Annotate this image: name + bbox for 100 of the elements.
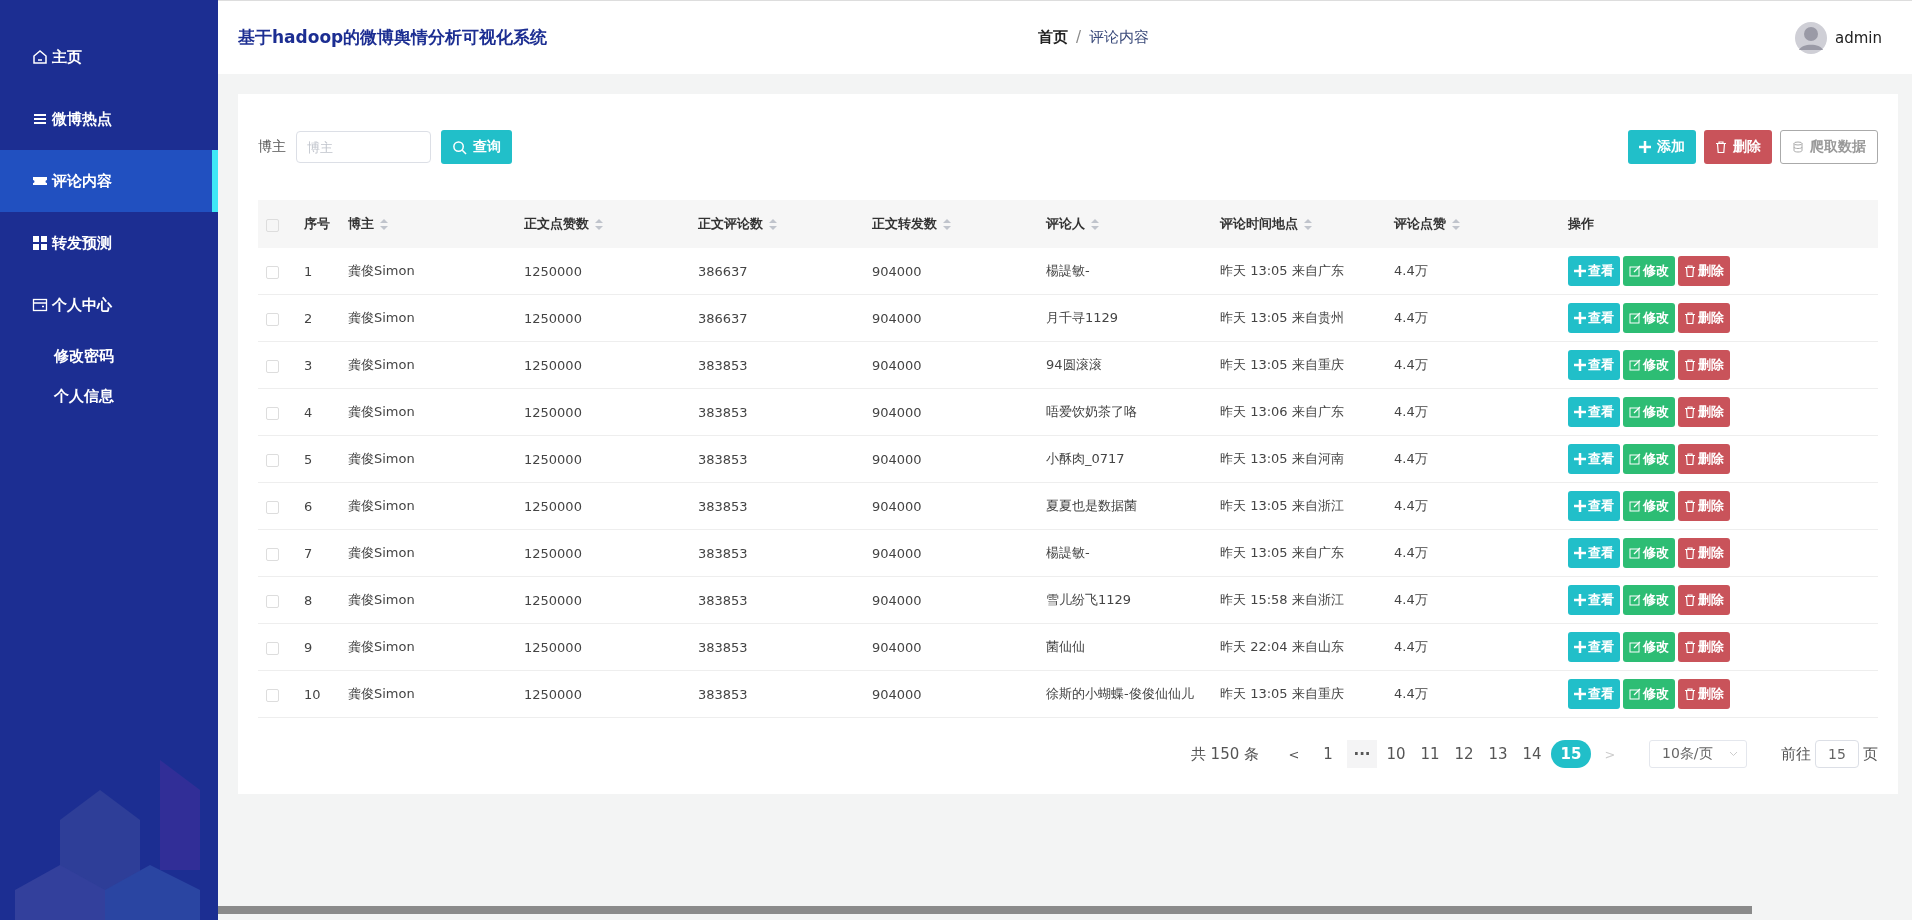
delete-button[interactable]: 删除: [1678, 350, 1730, 380]
view-button[interactable]: 查看: [1568, 303, 1620, 333]
plus-icon: [1574, 500, 1586, 512]
edit-button[interactable]: 修改: [1623, 585, 1675, 615]
table-cell: 904000: [872, 451, 922, 467]
table-cell: 楊諟敏-: [1046, 545, 1090, 560]
delete-button[interactable]: 删除: [1678, 303, 1730, 333]
view-button[interactable]: 查看: [1568, 679, 1620, 709]
column-header: 正文转发数: [872, 216, 937, 231]
checkbox[interactable]: [266, 641, 279, 655]
sort-icon[interactable]: [595, 219, 603, 230]
table-cell: 1250000: [524, 686, 582, 702]
page-button[interactable]: 12: [1449, 740, 1479, 768]
delete-button[interactable]: 删除: [1678, 679, 1730, 709]
page-size-select[interactable]: 10条/页: [1649, 740, 1747, 768]
add-button[interactable]: 添加: [1628, 130, 1696, 164]
app-title: 基于hadoop的微博舆情分析可视化系统: [238, 26, 549, 49]
checkbox[interactable]: [266, 218, 279, 232]
table-cell: 龚俊Simon: [348, 686, 415, 701]
table-cell: 7: [304, 545, 313, 561]
checkbox[interactable]: [266, 594, 279, 608]
checkbox[interactable]: [266, 312, 279, 326]
sort-icon[interactable]: [380, 219, 388, 230]
edit-button[interactable]: 修改: [1623, 632, 1675, 662]
edit-icon: [1629, 641, 1641, 653]
sort-icon[interactable]: [769, 219, 777, 230]
prev-page-button[interactable]: <: [1279, 740, 1309, 768]
sidebar-item[interactable]: 个人中心: [0, 274, 218, 336]
view-button[interactable]: 查看: [1568, 491, 1620, 521]
sidebar-item[interactable]: 转发预测: [0, 212, 218, 274]
sort-icon[interactable]: [943, 219, 951, 230]
edit-button[interactable]: 修改: [1623, 303, 1675, 333]
table-cell: 386637: [698, 263, 748, 279]
view-button[interactable]: 查看: [1568, 632, 1620, 662]
checkbox[interactable]: [266, 406, 279, 420]
trash-icon: [1715, 141, 1727, 153]
view-button[interactable]: 查看: [1568, 538, 1620, 568]
delete-button[interactable]: 删除: [1678, 632, 1730, 662]
checkbox[interactable]: [266, 453, 279, 467]
table-cell: 唔爱饮奶茶了咯: [1046, 404, 1137, 419]
sidebar-item[interactable]: 主页: [0, 26, 218, 88]
sort-icon[interactable]: [1091, 219, 1099, 230]
table-cell: 1250000: [524, 451, 582, 467]
edit-button[interactable]: 修改: [1623, 444, 1675, 474]
page-button[interactable]: 11: [1415, 740, 1445, 768]
edit-icon: [1629, 265, 1641, 277]
table-cell: 龚俊Simon: [348, 357, 415, 372]
view-button[interactable]: 查看: [1568, 585, 1620, 615]
checkbox[interactable]: [266, 688, 279, 702]
table-cell: 4.4万: [1394, 310, 1428, 325]
page-button[interactable]: 14: [1517, 740, 1547, 768]
scrollbar[interactable]: [218, 906, 1752, 914]
username[interactable]: admin: [1835, 28, 1882, 47]
edit-button[interactable]: 修改: [1623, 256, 1675, 286]
delete-button[interactable]: 删除: [1678, 444, 1730, 474]
checkbox[interactable]: [266, 265, 279, 279]
page-button[interactable]: 13: [1483, 740, 1513, 768]
table-cell: 4.4万: [1394, 639, 1428, 654]
crawl-data-button[interactable]: 爬取数据: [1780, 130, 1878, 164]
page-button[interactable]: 10: [1381, 740, 1411, 768]
page-button[interactable]: 15: [1551, 740, 1591, 768]
avatar-icon[interactable]: [1795, 19, 1827, 56]
delete-button[interactable]: 删除: [1678, 491, 1730, 521]
delete-button[interactable]: 删除: [1678, 585, 1730, 615]
edit-button[interactable]: 修改: [1623, 491, 1675, 521]
table-cell: 1250000: [524, 592, 582, 608]
goto-label: 前往: [1781, 744, 1811, 764]
checkbox[interactable]: [266, 359, 279, 373]
delete-button[interactable]: 删除: [1678, 538, 1730, 568]
edit-button[interactable]: 修改: [1623, 350, 1675, 380]
view-button[interactable]: 查看: [1568, 350, 1620, 380]
table-cell: 昨天 13:05 来自浙江: [1220, 498, 1344, 513]
search-button[interactable]: 查询: [441, 130, 512, 164]
goto-page-field[interactable]: 15: [1815, 740, 1859, 768]
edit-button[interactable]: 修改: [1623, 538, 1675, 568]
breadcrumb-link[interactable]: 首页: [1038, 28, 1068, 47]
trash-icon: [1684, 594, 1696, 606]
view-button[interactable]: 查看: [1568, 444, 1620, 474]
view-button[interactable]: 查看: [1568, 397, 1620, 427]
search-field[interactable]: 博主: [296, 131, 431, 163]
sidebar-item[interactable]: 微博热点: [0, 88, 218, 150]
table-cell: 904000: [872, 357, 922, 373]
table-cell: 383853: [698, 639, 748, 655]
delete-button[interactable]: 删除: [1704, 130, 1772, 164]
view-button[interactable]: 查看: [1568, 256, 1620, 286]
edit-button[interactable]: 修改: [1623, 679, 1675, 709]
sidebar-subitem[interactable]: 修改密码: [0, 336, 218, 376]
checkbox[interactable]: [266, 500, 279, 514]
delete-button[interactable]: 删除: [1678, 397, 1730, 427]
sidebar-item[interactable]: 评论内容: [0, 150, 218, 212]
checkbox[interactable]: [266, 547, 279, 561]
sidebar-subitem[interactable]: 个人信息: [0, 376, 218, 416]
table-cell: 1: [304, 263, 313, 279]
edit-button[interactable]: 修改: [1623, 397, 1675, 427]
more-pages-button[interactable]: ···: [1347, 740, 1377, 768]
table-cell: 龚俊Simon: [348, 498, 415, 513]
delete-button[interactable]: 删除: [1678, 256, 1730, 286]
sort-icon[interactable]: [1304, 219, 1312, 230]
page-button[interactable]: 1: [1313, 740, 1343, 768]
sort-icon[interactable]: [1452, 219, 1460, 230]
